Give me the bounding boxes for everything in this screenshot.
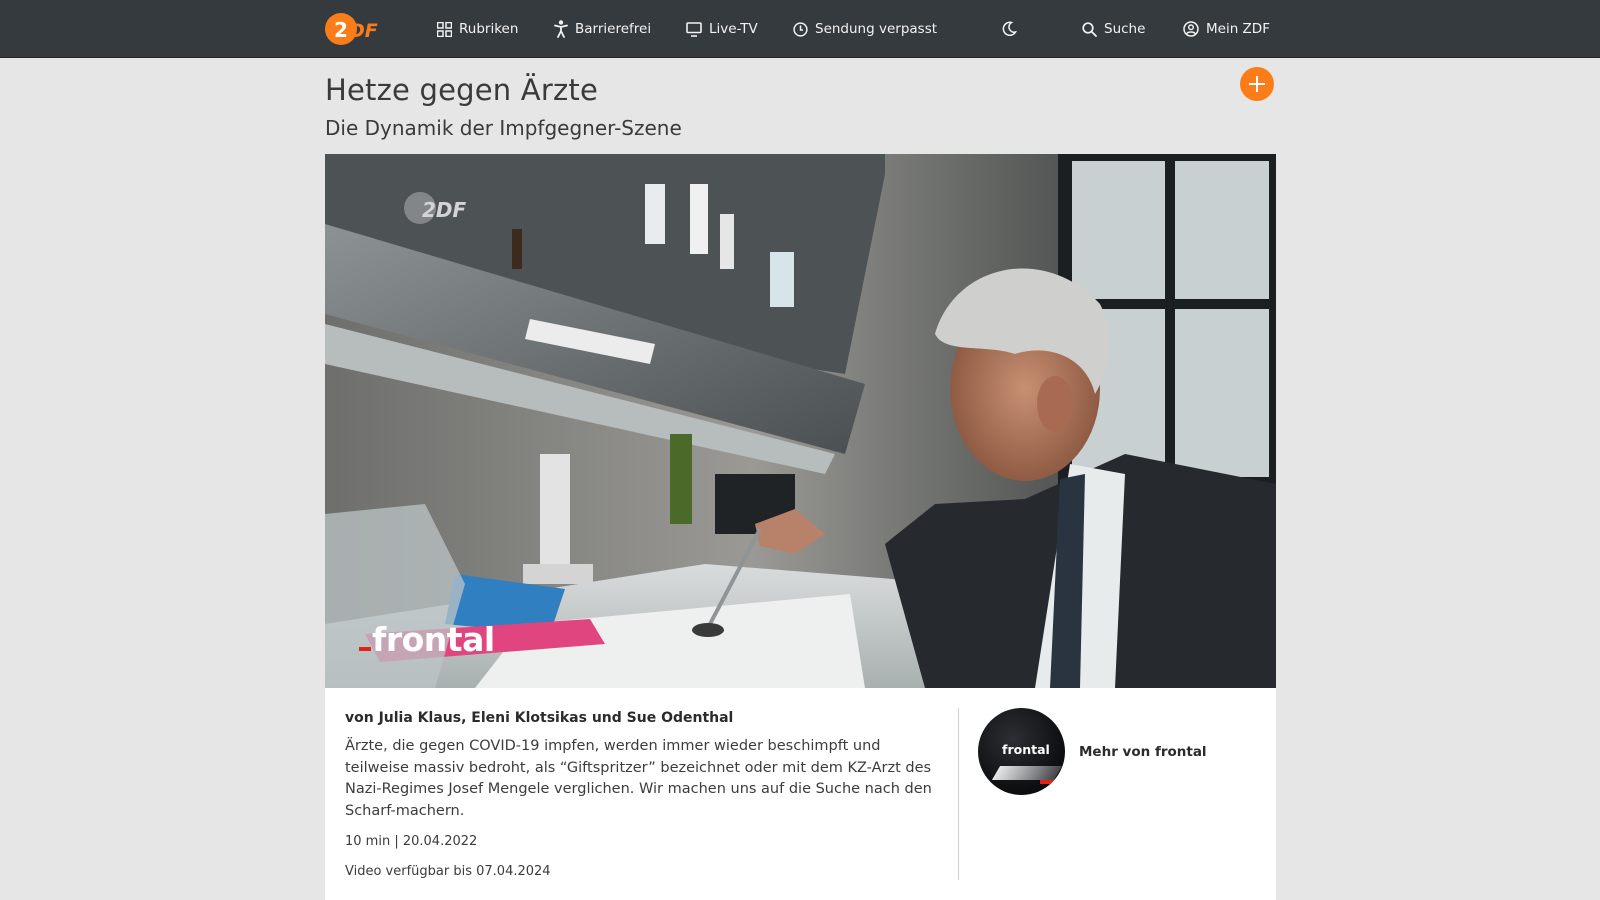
nav-barrierefrei-label: Barrierefrei bbox=[575, 21, 652, 37]
tv-icon bbox=[686, 21, 702, 37]
meta-separator: | bbox=[394, 834, 403, 849]
svg-text:2DF: 2DF bbox=[422, 198, 467, 222]
account-label: Mein ZDF bbox=[1206, 21, 1270, 37]
divider bbox=[958, 708, 959, 880]
nav-live-tv[interactable]: Live-TV bbox=[686, 0, 758, 58]
nav-sendung-verpasst-label: Sendung verpasst bbox=[815, 21, 938, 37]
brand-link-frontal[interactable]: frontal Mehr von frontal bbox=[978, 708, 1207, 795]
video-still-image bbox=[325, 154, 1276, 688]
frontal-watermark-text: frontal bbox=[372, 620, 495, 659]
nav-sendung-verpasst[interactable]: Sendung verpasst bbox=[793, 0, 937, 58]
duration: 10 min bbox=[345, 834, 391, 849]
frontal-brand-avatar: frontal bbox=[978, 708, 1065, 795]
video-info-card: von Julia Klaus, Eleni Klotsikas und Sue… bbox=[325, 688, 1276, 900]
broadcast-date: 20.04.2022 bbox=[402, 834, 478, 849]
avatar-text: frontal bbox=[1002, 742, 1050, 757]
theme-toggle-button[interactable] bbox=[1001, 0, 1017, 58]
availability-line: Video verfügbar bis 07.04.2024 bbox=[345, 864, 551, 879]
teaser-text: Ärzte, die gegen COVID-19 impfen, werden… bbox=[345, 738, 932, 819]
nav-rubriken-label: Rubriken bbox=[459, 21, 519, 37]
nav-rubriken[interactable]: Rubriken bbox=[437, 0, 518, 58]
zdf-watermark-logo: 2DF bbox=[403, 190, 467, 226]
zdf-logo[interactable]: 2 DF bbox=[325, 12, 383, 46]
frontal-watermark: frontal bbox=[359, 620, 495, 659]
grid-icon bbox=[437, 21, 452, 37]
top-navigation-bar: 2 DF Rubriken Barrierefrei Live-TV Sendu… bbox=[0, 0, 1600, 58]
user-icon bbox=[1183, 21, 1199, 37]
frontal-red-bar bbox=[359, 647, 371, 651]
authors-line: von Julia Klaus, Eleni Klotsikas und Sue… bbox=[345, 710, 734, 726]
accessibility-icon bbox=[554, 20, 568, 38]
moon-icon bbox=[1002, 21, 1017, 37]
nav-live-tv-label: Live-TV bbox=[709, 21, 758, 37]
page-subtitle: Die Dynamik der Impfgegner-Szene bbox=[325, 116, 682, 140]
nav-barrierefrei[interactable]: Barrierefrei bbox=[554, 0, 651, 58]
brand-link-label: Mehr von frontal bbox=[1079, 743, 1207, 760]
meta-line: 10 min | 20.04.2022 bbox=[345, 834, 477, 849]
add-to-watchlist-button[interactable] bbox=[1240, 67, 1274, 101]
avatar-streak bbox=[991, 766, 1063, 780]
search-icon bbox=[1082, 21, 1097, 37]
search-button[interactable]: Suche bbox=[1082, 0, 1145, 58]
svg-text:2: 2 bbox=[334, 18, 348, 42]
svg-text:DF: DF bbox=[349, 20, 378, 42]
page-title: Hetze gegen Ärzte bbox=[325, 73, 598, 107]
account-button[interactable]: Mein ZDF bbox=[1183, 0, 1270, 58]
video-player[interactable]: 2DF frontal bbox=[325, 154, 1276, 688]
clock-icon bbox=[793, 21, 808, 37]
search-label: Suche bbox=[1104, 21, 1146, 37]
avatar-red-bar bbox=[1040, 780, 1058, 784]
